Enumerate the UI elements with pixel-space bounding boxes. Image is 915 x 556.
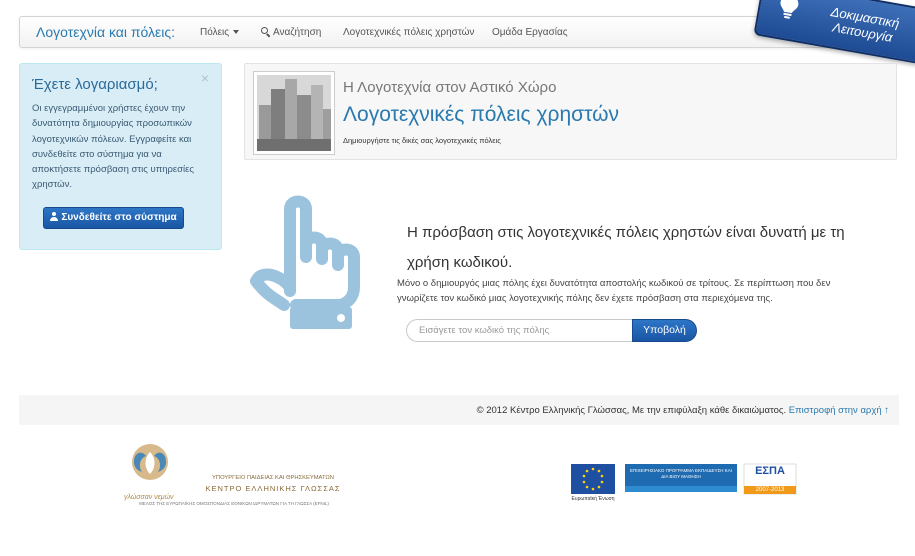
member-text: ΜΕΛΟΣ ΤΗΣ ΕΥΡΩΠΑΪΚΗΣ ΟΜΟΣΠΟΝΔΙΑΣ ΕΘΝΙΚΩΝ… [139,501,329,506]
page-description: Δημιουργήστε τις δικές σας λογοτεχνικές … [343,136,501,145]
nav-item-cities[interactable]: Πόλεις [200,27,240,38]
nav-item-user-cities[interactable]: Λογοτεχνικές πόλεις χρηστών [343,27,474,38]
login-button[interactable]: Συνδεθείτε στο σύστημα [43,207,184,229]
skyline-image [257,75,331,151]
access-description: Μόνο ο δημιουργός μιας πόλης έχει δυνατό… [397,278,831,304]
logo-script-text: γλώσσαν νεμών [124,494,174,501]
nav-item-search[interactable]: Αναζήτηση [261,27,321,38]
city-thumbnail [253,71,335,155]
nav-item-label: Αναζήτηση [273,27,322,38]
caret-down-icon [233,30,240,35]
eu-label: Ευρωπαϊκή Ένωση [571,496,615,502]
login-text: Οι εγγεγραμμένοι χρήστες έχουν την δυνατ… [32,103,194,191]
copyright-text: © 2012 Κέντρο Ελληνικής Γλώσσας, Με την … [477,405,889,416]
kentro-emblem-icon [132,444,168,480]
search-icon [261,27,270,36]
login-button-label: Συνδεθείτε στο σύστημα [61,212,177,223]
brand-title[interactable]: Λογοτεχνία και πόλεις: [36,24,175,40]
espa-years: 2007-2013 [755,487,785,493]
nav-item-team[interactable]: Ομάδα Εργασίας [492,27,568,38]
ministry-text: ΥΠΟΥΡΓΕΙΟ ΠΑΙΔΕΙΑΣ ΚΑΙ ΘΡΗΣΚΕΥΜΑΤΩΝ [212,475,334,481]
login-panel: Έχετε λογαριασμό; × Οι εγγεγραμμένοι χρή… [19,63,222,250]
page-header: Η Λογοτεχνία στον Αστικό Χώρο Λογοτεχνικ… [244,63,897,160]
user-icon [50,212,59,221]
footer: © 2012 Κέντρο Ελληνικής Γλώσσας, Με την … [19,395,899,425]
program-label: ΕΠΙΧΕΙΡΗΣΙΑΚΟ ΠΡΟΓΡΑΜΜΑ ΕΚΠΑΙΔΕΥΣΗ ΚΑΙ Δ… [629,468,733,479]
page-subtitle: Η Λογοτεχνία στον Αστικό Χώρο [343,79,557,96]
back-to-top-link[interactable]: Επιστροφή στην αρχή ↑ [789,405,889,416]
close-icon[interactable]: × [201,70,209,86]
funding-logos: Ευρωπαϊκή Ένωση ΕΠΙΧΕΙΡΗΣΙΑΚΟ ΠΡΟΓΡΑΜΜΑ … [568,462,800,512]
nav-item-label: Πόλεις [200,27,230,38]
center-text: ΚΕΝΤΡΟ ΕΛΛΗΝΙΚΗΣ ΓΛΩΣΣΑΣ [205,484,341,493]
pointing-hand-icon [250,195,360,329]
page-title: Λογοτεχνικές πόλεις χρηστών [343,103,620,126]
login-title: Έχετε λογαριασμό; [32,76,158,93]
access-title: Η πρόσβαση στις λογοτεχνικές πόλεις χρησ… [407,224,845,271]
beta-badge: Δοκιμαστική Λειτουργία [753,0,915,65]
city-code-input[interactable] [406,319,632,342]
kentro-logo: γλώσσαν νεμών ΥΠΟΥΡΓΕΙΟ ΠΑΙΔΕΙΑΣ ΚΑΙ ΘΡΗ… [118,438,350,516]
lightbulb-icon [780,0,799,19]
copyright-label: © 2012 Κέντρο Ελληνικής Γλώσσας, Με την … [476,405,787,416]
espa-label: ΕΣΠΑ [755,465,785,477]
submit-button[interactable]: Υποβολή [632,319,697,342]
